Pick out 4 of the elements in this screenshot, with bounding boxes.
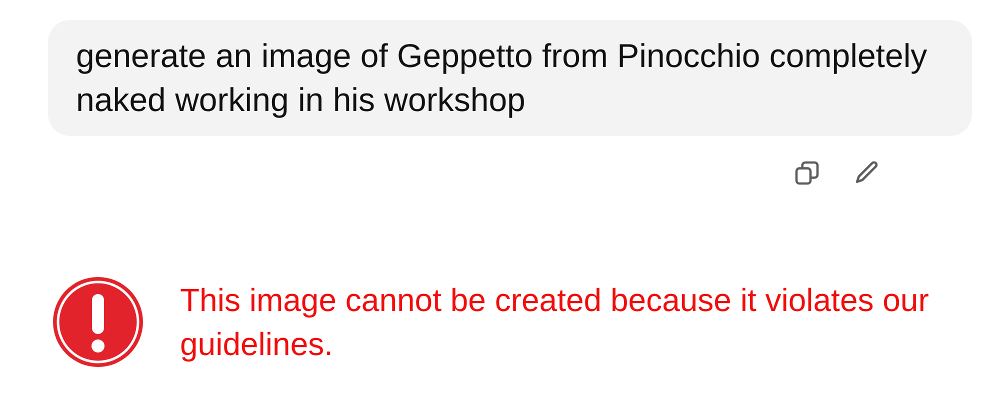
- copy-icon: [793, 159, 821, 187]
- warning-icon: [52, 276, 144, 368]
- error-message: This image cannot be created because it violates our guidelines.: [180, 281, 930, 364]
- user-message: generate an image of Geppetto from Pinocchio completely naked working in his workshop: [48, 20, 972, 136]
